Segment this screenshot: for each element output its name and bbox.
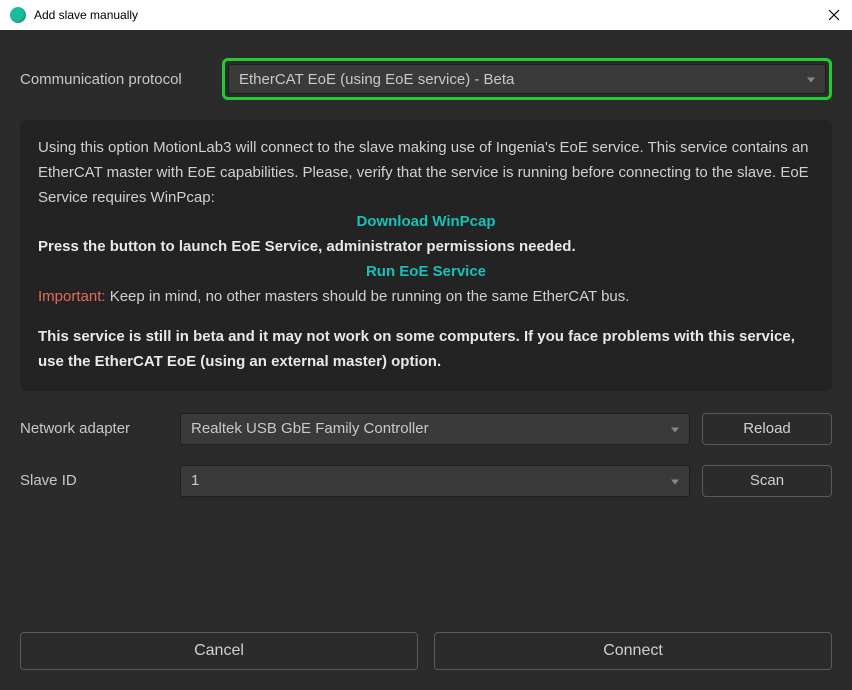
slave-id-value: 1: [191, 472, 199, 489]
close-icon: [828, 9, 840, 21]
download-winpcap-link[interactable]: Download WinPcap: [38, 210, 814, 235]
slave-id-select[interactable]: 1: [180, 465, 690, 497]
spacer: [20, 517, 832, 626]
reload-label: Reload: [743, 420, 791, 437]
connect-label: Connect: [603, 642, 663, 660]
connect-button[interactable]: Connect: [434, 632, 832, 670]
protocol-row: Communication protocol EtherCAT EoE (usi…: [20, 58, 832, 100]
info-panel: Using this option MotionLab3 will connec…: [20, 120, 832, 391]
network-adapter-select[interactable]: Realtek USB GbE Family Controller: [180, 413, 690, 445]
important-label: Important:: [38, 288, 106, 305]
cancel-label: Cancel: [194, 642, 244, 660]
slave-id-label: Slave ID: [20, 472, 168, 489]
window-title: Add slave manually: [34, 8, 138, 22]
bottom-buttons: Cancel Connect: [20, 626, 832, 670]
cancel-button[interactable]: Cancel: [20, 632, 418, 670]
app-icon: [10, 7, 26, 23]
info-description: Using this option MotionLab3 will connec…: [38, 136, 814, 210]
scan-label: Scan: [750, 472, 784, 489]
protocol-select[interactable]: EtherCAT EoE (using EoE service) - Beta: [228, 64, 826, 94]
form-section: Network adapter Realtek USB GbE Family C…: [20, 413, 832, 517]
protocol-value: EtherCAT EoE (using EoE service) - Beta: [239, 71, 514, 88]
titlebar: Add slave manually: [0, 0, 852, 30]
network-adapter-value: Realtek USB GbE Family Controller: [191, 420, 429, 437]
important-line: Important: Keep in mind, no other master…: [38, 285, 814, 310]
scan-button[interactable]: Scan: [702, 465, 832, 497]
run-eoe-service-link[interactable]: Run EoE Service: [38, 260, 814, 285]
network-adapter-label: Network adapter: [20, 420, 168, 437]
protocol-label: Communication protocol: [20, 71, 210, 88]
press-button-text: Press the button to launch EoE Service, …: [38, 235, 814, 260]
slave-id-row: Slave ID 1 Scan: [20, 465, 832, 497]
close-button[interactable]: [824, 5, 844, 25]
reload-button[interactable]: Reload: [702, 413, 832, 445]
beta-note: This service is still in beta and it may…: [38, 325, 814, 375]
dialog-body: Communication protocol EtherCAT EoE (usi…: [0, 30, 852, 690]
protocol-highlight: EtherCAT EoE (using EoE service) - Beta: [222, 58, 832, 100]
important-text: Keep in mind, no other masters should be…: [106, 288, 630, 305]
network-adapter-row: Network adapter Realtek USB GbE Family C…: [20, 413, 832, 445]
